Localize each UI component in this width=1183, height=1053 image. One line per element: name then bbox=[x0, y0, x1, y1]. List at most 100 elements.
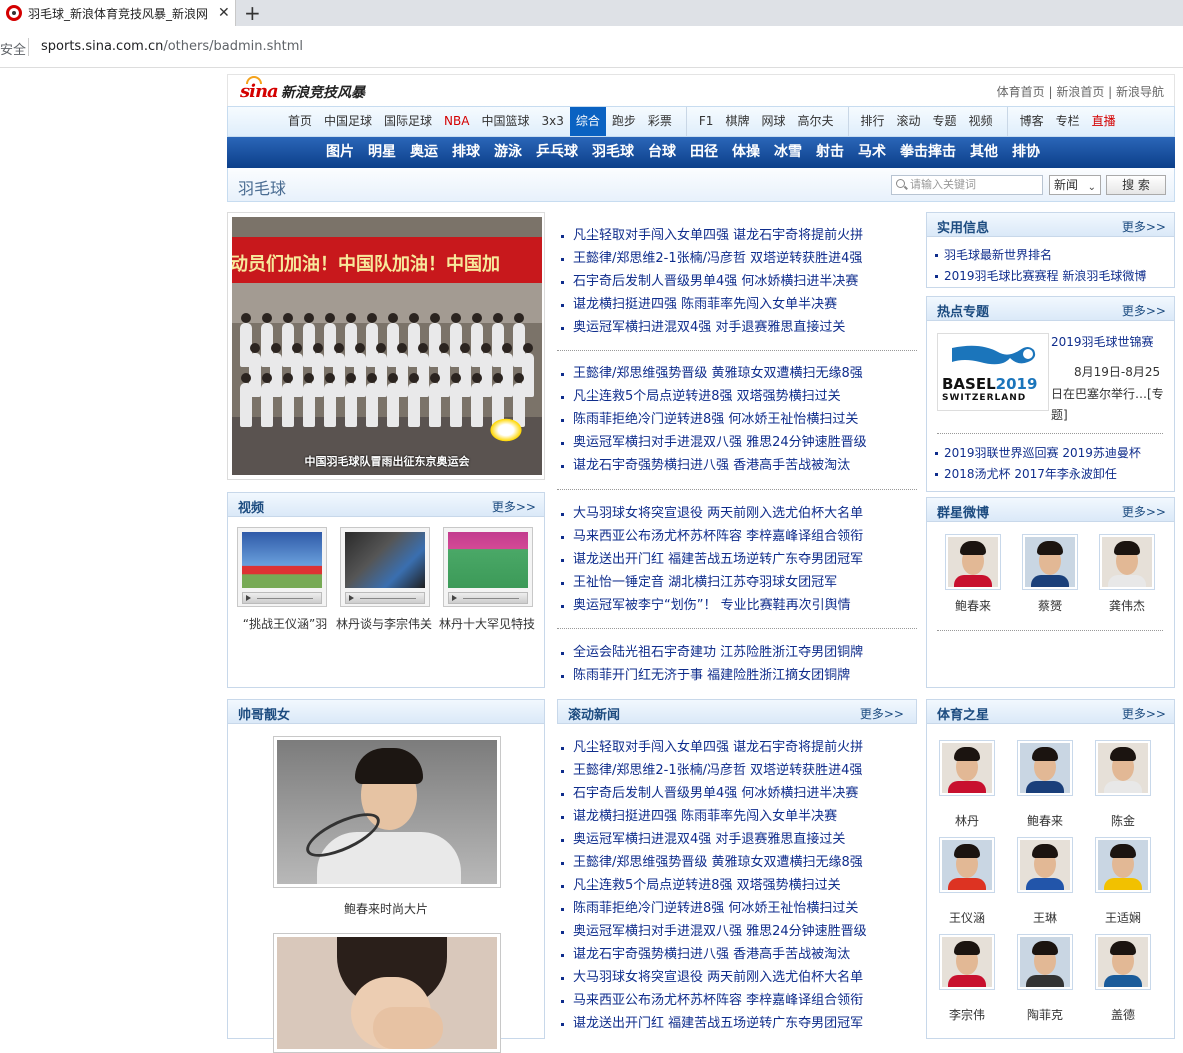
person-photo[interactable] bbox=[939, 740, 995, 796]
subnav-item[interactable]: 排球 bbox=[445, 137, 487, 168]
subnav-item[interactable]: 其他 bbox=[963, 137, 1005, 168]
person-photo[interactable] bbox=[939, 837, 995, 893]
news-item[interactable]: 王祉怡一锤定音 湖北横扫江苏夺羽球女团冠军 bbox=[557, 571, 917, 594]
nav-item[interactable]: 专栏 bbox=[1050, 107, 1086, 136]
news-item[interactable]: 谌龙送出开门红 福建苦战五场逆转广东夺男团冠军 bbox=[557, 1012, 917, 1035]
stars-more-link[interactable]: 更多>> bbox=[1122, 705, 1166, 722]
video-thumb[interactable] bbox=[340, 527, 430, 607]
nav-item[interactable]: 网球 bbox=[755, 107, 791, 136]
person-name[interactable]: 王琳 bbox=[1010, 909, 1080, 926]
news-item[interactable]: 王懿律/郑思维2-1张楠/冯彦哲 双塔逆转获胜进4强 bbox=[557, 759, 917, 782]
nav-item[interactable]: 高尔夫 bbox=[791, 107, 839, 136]
news-item[interactable]: 奥运冠军横扫进混双4强 对手退赛雅思直接过关 bbox=[557, 828, 917, 851]
feature-title[interactable]: 2019羽毛球世锦赛 bbox=[1051, 333, 1154, 350]
nav-item[interactable]: 滚动 bbox=[891, 107, 927, 136]
nav-item[interactable]: 中国篮球 bbox=[475, 107, 535, 136]
search-button[interactable]: 搜 索 bbox=[1106, 175, 1166, 195]
nav-item[interactable]: 中国足球 bbox=[318, 107, 378, 136]
handsome-caption[interactable]: 鲍春来时尚大片 bbox=[228, 900, 544, 917]
search-input[interactable]: 请输入关键词 bbox=[891, 175, 1043, 195]
news-item[interactable]: 马来西亚公布汤尤杯苏杯阵容 李梓嘉峰译组合领衔 bbox=[557, 525, 917, 548]
news-item[interactable]: 凡尘连救5个局点逆转进8强 双塔强势横扫过关 bbox=[557, 385, 917, 408]
person-photo[interactable] bbox=[1022, 534, 1078, 590]
video-thumb[interactable] bbox=[443, 527, 533, 607]
video-thumb[interactable] bbox=[237, 527, 327, 607]
news-item[interactable]: 陈雨菲拒绝冷门逆转进8强 何冰娇王祉怡横扫过关 bbox=[557, 408, 917, 431]
news-item[interactable]: 谌龙横扫挺进四强 陈雨菲率先闯入女单半决赛 bbox=[557, 293, 917, 316]
browser-tab[interactable]: 羽毛球_新浪体育竞技风暴_新浪网 ✕ bbox=[0, 0, 236, 26]
top-links[interactable]: 体育首页 | 新浪首页 | 新浪导航 bbox=[997, 83, 1164, 100]
nav-item[interactable]: 跑步 bbox=[606, 107, 642, 136]
nav-item[interactable]: 3x3 bbox=[535, 107, 569, 136]
nav-item[interactable]: 排行 bbox=[847, 107, 891, 136]
news-item[interactable]: 凡尘轻取对手闯入女单四强 谌龙石宇奇将提前火拼 bbox=[557, 224, 917, 247]
person-photo[interactable] bbox=[1099, 534, 1155, 590]
person-name[interactable]: 陶菲克 bbox=[1010, 1006, 1080, 1023]
video-caption[interactable]: 林丹谈与李宗伟关 bbox=[336, 615, 432, 632]
news-item[interactable]: 奥运冠军横扫对手进混双八强 雅思24分钟速胜晋级 bbox=[557, 431, 917, 454]
subnav-item[interactable]: 游泳 bbox=[487, 137, 529, 168]
new-tab-plus-icon[interactable]: + bbox=[244, 2, 261, 24]
news-item[interactable]: 陈雨菲拒绝冷门逆转进8强 何冰娇王祉怡横扫过关 bbox=[557, 897, 917, 920]
nav-item[interactable]: 直播 bbox=[1086, 107, 1122, 136]
news-item[interactable]: 大马羽球女将突宣退役 两天前刚入选尤伯杯大名单 bbox=[557, 502, 917, 525]
nav-item[interactable]: 综合 bbox=[569, 107, 606, 136]
info-item[interactable]: 2019羽毛球比赛赛程 新浪羽毛球微博 bbox=[927, 266, 1174, 287]
news-item[interactable]: 奥运冠军横扫进混双4强 对手退赛雅思直接过关 bbox=[557, 316, 917, 339]
person-photo[interactable] bbox=[1095, 837, 1151, 893]
nav-item[interactable]: 国际足球 bbox=[378, 107, 438, 136]
person-photo[interactable] bbox=[1095, 934, 1151, 990]
video-player-controls[interactable] bbox=[448, 592, 528, 604]
person-photo[interactable] bbox=[939, 934, 995, 990]
nav-item[interactable]: 博客 bbox=[1006, 107, 1050, 136]
news-item[interactable]: 谌龙石宇奇强势横扫进八强 香港高手苦战被淘汰 bbox=[557, 454, 917, 477]
subnav-item[interactable]: 射击 bbox=[809, 137, 851, 168]
weibo-more-link[interactable]: 更多>> bbox=[1122, 503, 1166, 520]
security-label[interactable]: 安全 bbox=[0, 39, 26, 58]
video-caption[interactable]: “挑战王仪涵”羽 bbox=[237, 615, 333, 632]
news-item[interactable]: 石宇奇后发制人晋级男单4强 何冰娇横扫进半决赛 bbox=[557, 782, 917, 805]
subnav-item[interactable]: 奥运 bbox=[403, 137, 445, 168]
nav-item[interactable]: 视频 bbox=[963, 107, 999, 136]
news-item[interactable]: 凡尘轻取对手闯入女单四强 谌龙石宇奇将提前火拼 bbox=[557, 736, 917, 759]
info-item[interactable]: 羽毛球最新世界排名 bbox=[927, 245, 1174, 266]
nav-item[interactable]: 专题 bbox=[927, 107, 963, 136]
news-item[interactable]: 石宇奇后发制人晋级男单4强 何冰娇横扫进半决赛 bbox=[557, 270, 917, 293]
news-item[interactable]: 王懿律/郑思维2-1张楠/冯彦哲 双塔逆转获胜进4强 bbox=[557, 247, 917, 270]
person-photo[interactable] bbox=[945, 534, 1001, 590]
url-field[interactable]: sports.sina.com.cn/others/badmin.shtml bbox=[41, 39, 303, 54]
subnav-item[interactable]: 羽毛球 bbox=[585, 137, 641, 168]
person-name[interactable]: 陈金 bbox=[1088, 812, 1158, 829]
video-more-link[interactable]: 更多>> bbox=[492, 498, 536, 515]
news-item[interactable]: 王懿律/郑思维强势晋级 黄雅琼女双遭横扫无缘8强 bbox=[557, 362, 917, 385]
nav-item[interactable]: 彩票 bbox=[642, 107, 678, 136]
basel-2019-logo[interactable]: BASEL2019 SWITZERLAND bbox=[937, 333, 1049, 411]
person-name[interactable]: 王适娴 bbox=[1088, 909, 1158, 926]
person-name[interactable]: 盖德 bbox=[1088, 1006, 1158, 1023]
person-photo[interactable] bbox=[1017, 740, 1073, 796]
person-name[interactable]: 李宗伟 bbox=[932, 1006, 1002, 1023]
news-item[interactable]: 大马羽球女将突宣退役 两天前刚入选尤伯杯大名单 bbox=[557, 966, 917, 989]
subnav-item[interactable]: 体操 bbox=[725, 137, 767, 168]
subnav-item[interactable]: 乒乓球 bbox=[529, 137, 585, 168]
feature-desc[interactable]: 题] bbox=[1051, 406, 1068, 423]
person-photo[interactable] bbox=[1095, 740, 1151, 796]
subnav-item[interactable]: 台球 bbox=[641, 137, 683, 168]
subnav-item[interactable]: 图片 bbox=[319, 137, 361, 168]
video-player-controls[interactable] bbox=[345, 592, 425, 604]
person-photo[interactable] bbox=[1017, 837, 1073, 893]
nav-item[interactable]: F1 bbox=[685, 107, 720, 136]
news-item[interactable]: 王懿律/郑思维强势晋级 黄雅琼女双遭横扫无缘8强 bbox=[557, 851, 917, 874]
handsome-photo-2[interactable] bbox=[273, 933, 501, 1053]
news-item[interactable]: 谌龙送出开门红 福建苦战五场逆转广东夺男团冠军 bbox=[557, 548, 917, 571]
subnav-item[interactable]: 田径 bbox=[683, 137, 725, 168]
close-tab-icon[interactable]: ✕ bbox=[218, 5, 230, 21]
sina-logo-icon[interactable]: sina bbox=[240, 76, 279, 102]
person-name[interactable]: 鲍春来 bbox=[1010, 812, 1080, 829]
topic-item[interactable]: 2019羽联世界巡回赛 2019苏迪曼杯 bbox=[927, 443, 1141, 464]
news-item[interactable]: 奥运冠军被李宁“划伤”！ 专业比赛鞋再次引舆情 bbox=[557, 594, 917, 617]
person-name[interactable]: 鲍春来 bbox=[938, 597, 1008, 614]
news-item[interactable]: 陈雨菲开门红无济于事 福建险胜浙江摘女团铜牌 bbox=[557, 664, 917, 687]
nav-item[interactable]: 首页 bbox=[282, 107, 318, 136]
person-photo[interactable] bbox=[1017, 934, 1073, 990]
